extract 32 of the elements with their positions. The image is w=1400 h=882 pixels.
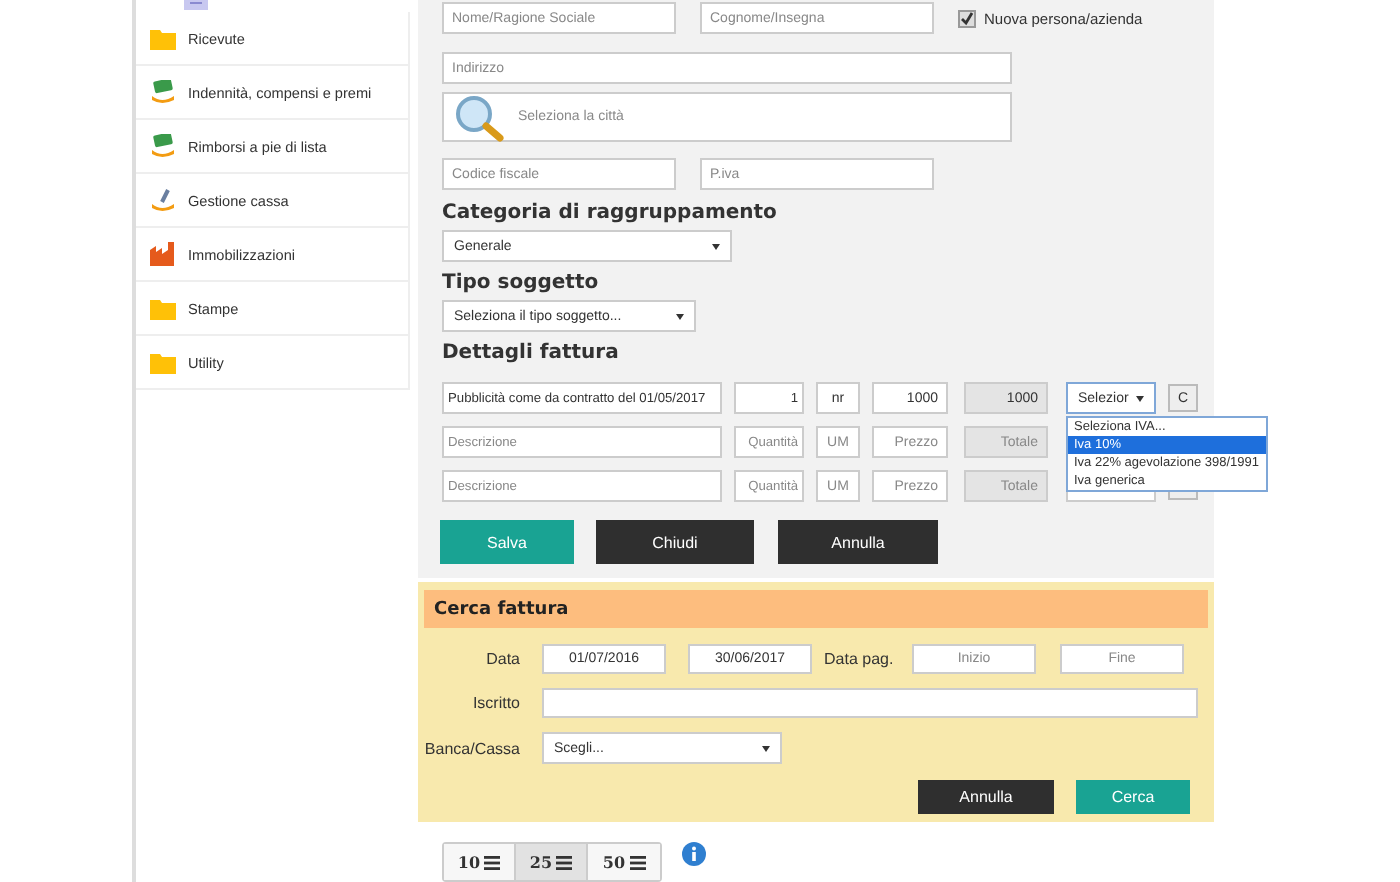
- page-size-button[interactable]: 25: [516, 844, 588, 880]
- section-heading: Dettagli fattura: [442, 342, 619, 366]
- caret-icon: [1136, 395, 1144, 401]
- factory-icon: [150, 242, 176, 266]
- section-heading: Tipo soggetto: [442, 272, 599, 296]
- list-icon: [484, 855, 501, 869]
- money-hand-icon: [150, 80, 176, 104]
- money-hand-icon: [150, 134, 176, 158]
- search-icon: [454, 93, 506, 141]
- document-icon: [184, 0, 208, 10]
- field-label: Iscritto: [470, 694, 520, 713]
- panel-header: Cerca fattura: [424, 590, 1208, 629]
- info-icon[interactable]: [682, 842, 706, 866]
- checkbox[interactable]: [958, 9, 976, 27]
- action-button[interactable]: Annulla: [918, 780, 1054, 815]
- folder-icon: [150, 351, 176, 373]
- action-button[interactable]: Chiudi: [596, 520, 754, 564]
- hand-pen-icon: [150, 188, 176, 212]
- page-size-button[interactable]: 10: [444, 844, 516, 880]
- field-label: Data pag.: [822, 650, 896, 669]
- section-heading: Categoria di raggruppamento: [442, 202, 777, 226]
- folder-icon: [150, 297, 176, 319]
- caret-icon: [762, 745, 770, 752]
- list-icon: [629, 855, 646, 869]
- field-label: Banca/Cassa: [424, 739, 520, 758]
- folder-icon: [150, 27, 176, 49]
- action-button[interactable]: Annulla: [778, 520, 938, 564]
- page-size-button[interactable]: 50: [588, 844, 660, 880]
- field-label: Data: [484, 650, 520, 669]
- caret-icon: [712, 243, 720, 249]
- caret-icon: [676, 313, 684, 319]
- list-icon: [556, 855, 573, 869]
